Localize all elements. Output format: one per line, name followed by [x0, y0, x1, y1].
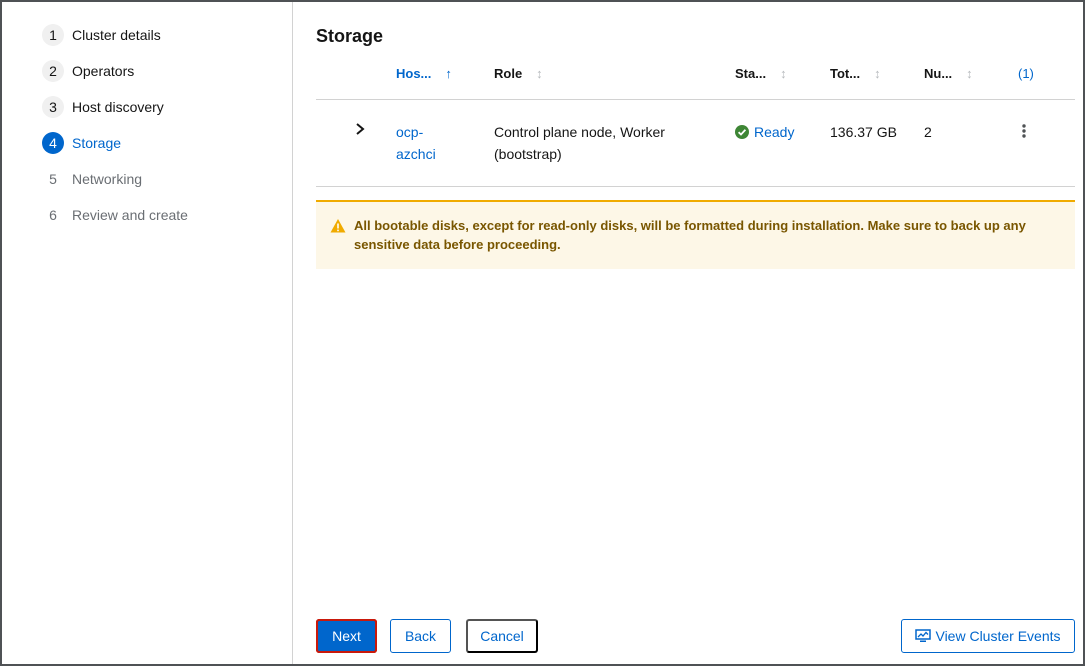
check-circle-icon	[735, 125, 749, 139]
view-cluster-events-label: View Cluster Events	[935, 628, 1061, 644]
hostname-line: ocp-	[396, 124, 424, 140]
next-button[interactable]: Next	[316, 619, 377, 653]
column-header-label: Hos...	[396, 66, 432, 81]
step-number: 1	[42, 24, 64, 46]
sort-icon: ↕	[536, 66, 543, 81]
total-storage-cell: 136.37 GB	[830, 124, 897, 140]
monitor-chart-icon	[915, 629, 932, 642]
main-content: Storage Hos... ↑ Role ↕ Sta... ↕ Tot... …	[294, 2, 1083, 664]
step-label: Networking	[72, 171, 143, 187]
column-header-status[interactable]: Sta... ↕	[735, 66, 787, 81]
back-button[interactable]: Back	[390, 619, 451, 653]
column-header-role[interactable]: Role ↕	[494, 66, 543, 81]
host-count-link[interactable]: (1)	[1018, 66, 1034, 81]
hostname-line: azchci	[396, 146, 436, 162]
alert-message: All bootable disks, except for read-only…	[354, 218, 1026, 252]
wizard-nav: 1 Cluster details 2 Operators 3 Host dis…	[2, 2, 293, 664]
table-header-divider	[316, 99, 1075, 100]
wizard-step-storage[interactable]: 4 Storage	[42, 131, 121, 155]
step-label: Review and create	[72, 207, 188, 223]
column-header-number[interactable]: Nu... ↕	[924, 66, 973, 81]
step-number: 6	[49, 207, 57, 223]
column-header-label: Tot...	[830, 66, 861, 81]
step-number: 2	[42, 60, 64, 82]
role-line: (bootstrap)	[494, 146, 562, 162]
disk-number-cell: 2	[924, 124, 932, 140]
warning-alert: All bootable disks, except for read-only…	[316, 200, 1075, 269]
step-number: 3	[42, 96, 64, 118]
sort-icon: ↕	[874, 66, 881, 81]
step-label: Storage	[72, 135, 122, 151]
step-number: 4	[42, 132, 64, 154]
sort-ascending-icon: ↑	[445, 66, 452, 81]
wizard-step-review-and-create: 6 Review and create	[42, 203, 188, 227]
wizard-step-host-discovery[interactable]: 3 Host discovery	[42, 95, 164, 119]
wizard-step-cluster-details[interactable]: 1 Cluster details	[42, 23, 161, 47]
column-header-label: Role	[494, 66, 523, 81]
step-label: Cluster details	[72, 27, 161, 43]
chevron-right-icon[interactable]	[354, 122, 366, 136]
column-header-hostname[interactable]: Hos... ↑	[396, 66, 452, 81]
page-title: Storage	[316, 26, 384, 46]
column-header-label: Nu...	[924, 66, 953, 81]
status-cell[interactable]: Ready	[735, 121, 794, 143]
cancel-button[interactable]: Cancel	[466, 619, 538, 653]
column-header-label: Sta...	[735, 66, 767, 81]
hostname-link[interactable]: ocp- azchci	[396, 121, 436, 165]
sort-icon: ↕	[780, 66, 787, 81]
step-label: Host discovery	[72, 99, 164, 115]
window-frame: 1 Cluster details 2 Operators 3 Host dis…	[0, 0, 1085, 666]
step-number: 5	[49, 171, 57, 187]
view-cluster-events-button[interactable]: View Cluster Events	[901, 619, 1075, 653]
kebab-menu-icon[interactable]	[1022, 124, 1026, 138]
wizard-step-networking: 5 Networking	[42, 167, 142, 191]
sort-icon: ↕	[966, 66, 973, 81]
role-line: Control plane node, Worker	[494, 124, 665, 140]
table-row-divider	[316, 186, 1075, 187]
wizard-step-operators[interactable]: 2 Operators	[42, 59, 134, 83]
column-header-total[interactable]: Tot... ↕	[830, 66, 881, 81]
warning-triangle-icon	[330, 219, 346, 233]
step-label: Operators	[72, 63, 135, 79]
status-label: Ready	[754, 124, 795, 140]
role-cell: Control plane node, Worker (bootstrap)	[494, 121, 665, 165]
